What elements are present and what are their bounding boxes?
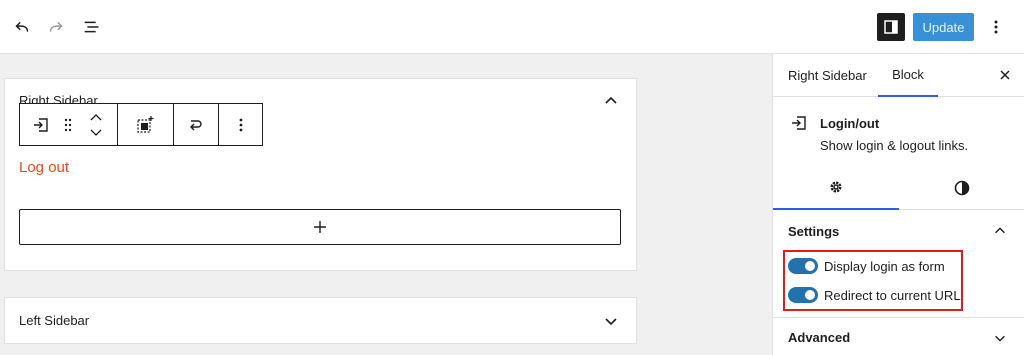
list-view-button[interactable] — [76, 11, 108, 43]
chevron-up-icon[interactable] — [603, 93, 619, 109]
drag-handle[interactable] — [58, 104, 78, 145]
tab-right-sidebar[interactable]: Right Sidebar — [788, 54, 867, 97]
plus-icon — [314, 221, 326, 233]
undo-icon — [15, 21, 29, 32]
gear-icon — [830, 181, 842, 193]
chevron-down-icon[interactable] — [993, 331, 1007, 345]
widget-area-right-sidebar: Right Sidebar Log out — [4, 78, 637, 271]
block-toolbar — [19, 103, 263, 146]
chevron-down-icon[interactable] — [603, 313, 619, 329]
tab-styles[interactable] — [899, 166, 1024, 210]
login-out-block-icon — [792, 116, 806, 130]
highlight-box — [783, 250, 963, 311]
sidebar-toggle-icon — [884, 20, 898, 34]
select-parent-button[interactable] — [118, 104, 172, 145]
move-up-down-icon — [90, 113, 102, 136]
redo-icon — [49, 21, 63, 32]
redirect-icon — [190, 119, 202, 130]
block-type-button[interactable] — [28, 104, 54, 145]
redo-button[interactable] — [40, 11, 72, 43]
move-up-down-buttons[interactable] — [84, 104, 108, 145]
undo-button[interactable] — [6, 11, 38, 43]
block-title: Login/out — [820, 116, 880, 131]
redirect-button[interactable] — [174, 104, 218, 145]
editor-top-toolbar: Update — [0, 0, 1024, 54]
logout-link[interactable]: Log out — [19, 159, 69, 176]
login-out-block-icon — [34, 117, 48, 132]
chevron-up-icon[interactable] — [993, 224, 1007, 238]
select-parent-icon — [137, 115, 154, 133]
tab-settings[interactable] — [773, 166, 899, 210]
panel-title[interactable]: Left Sidebar — [19, 313, 89, 328]
update-button[interactable]: Update — [913, 13, 974, 41]
drag-handle-icon — [64, 118, 72, 131]
sidebar-tabs: Right Sidebar Block — [773, 54, 1024, 97]
close-icon[interactable] — [997, 67, 1013, 83]
settings-panel-title[interactable]: Settings — [788, 224, 839, 239]
options-button[interactable] — [985, 13, 1007, 41]
widget-area-left-sidebar[interactable]: Left Sidebar — [4, 297, 637, 344]
block-card: Login/out Show login & logout links. — [773, 97, 1024, 165]
settings-sidebar: Right Sidebar Block Login/out Show login… — [772, 54, 1024, 355]
block-more-options-button[interactable] — [219, 104, 263, 145]
settings-sidebar-toggle[interactable] — [877, 13, 905, 41]
tab-block[interactable]: Block — [878, 54, 938, 97]
contrast-icon — [954, 180, 970, 196]
vertical-ellipsis-icon — [994, 20, 998, 34]
block-appender-button[interactable] — [19, 209, 621, 245]
inspector-tabs — [773, 166, 1024, 210]
list-view-icon — [84, 21, 99, 33]
advanced-panel-title[interactable]: Advanced — [788, 330, 850, 345]
more-options-icon — [239, 118, 243, 131]
block-description: Show login & logout links. — [820, 138, 969, 153]
